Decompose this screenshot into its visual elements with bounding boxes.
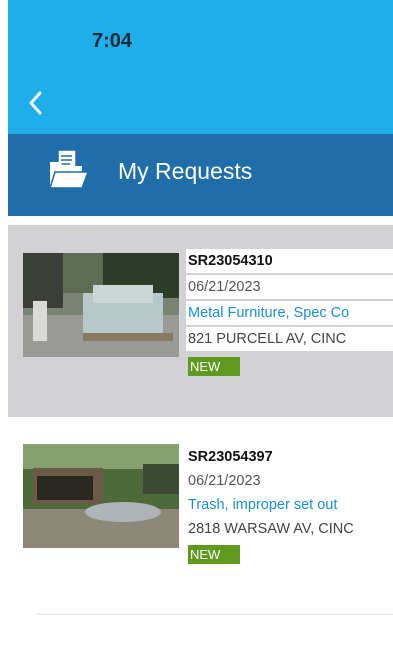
request-address: 821 PURCELL AV, CINC (186, 327, 393, 351)
status-badge: NEW (188, 357, 241, 376)
request-date: 06/21/2023 (186, 275, 393, 299)
title-bar: My Requests (8, 134, 393, 216)
request-id: SR23054397 (188, 449, 273, 465)
request-category-link[interactable]: Metal Furniture, Spec Co (186, 301, 393, 325)
request-details: SR23054397 06/21/2023 Trash, improper se… (186, 445, 393, 564)
request-row[interactable]: SR23054397 06/21/2023 Trash, improper se… (8, 428, 393, 618)
request-date: 06/21/2023 (188, 473, 261, 489)
request-row[interactable]: SR23054310 06/21/2023 Metal Furniture, S… (8, 225, 393, 417)
list-divider (36, 614, 393, 615)
request-category-link[interactable]: Trash, improper set out (186, 493, 393, 517)
folder-document-icon (48, 149, 90, 189)
status-badge: NEW (188, 545, 241, 564)
request-photo-furniture (23, 253, 179, 357)
request-address: 2818 WARSAW AV, CINC (188, 521, 354, 537)
chevron-left-icon[interactable] (24, 88, 48, 118)
page-title: My Requests (118, 158, 253, 184)
status-time: 7:04 (92, 30, 133, 52)
status-bar: 7:04 (8, 0, 393, 134)
request-id: SR23054310 (186, 249, 393, 273)
request-photo-trash (23, 444, 179, 548)
app-screen: 7:04 My Requests SR23054310 06/21/2023 M… (8, 0, 393, 667)
request-details: SR23054310 06/21/2023 Metal Furniture, S… (186, 249, 393, 376)
